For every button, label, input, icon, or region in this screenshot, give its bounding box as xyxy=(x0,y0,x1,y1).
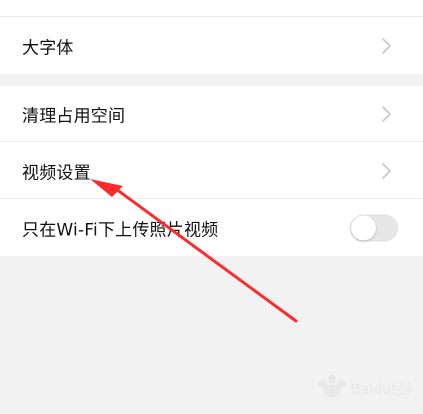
clear-storage-label: 清理占用空间 xyxy=(22,106,126,127)
clear-storage-row[interactable]: 清理占用空间 xyxy=(0,86,423,142)
wifi-only-upload-label: 只在Wi-Fi下上传照片视频 xyxy=(22,220,219,241)
toggle-knob xyxy=(351,215,376,241)
video-settings-row[interactable]: 视频设置 xyxy=(0,143,423,199)
chevron-right-icon xyxy=(381,162,393,180)
chevron-right-icon xyxy=(381,37,393,55)
chevron-right-icon xyxy=(381,105,393,123)
baidu-watermark: Baidu经验 xyxy=(319,375,411,398)
wifi-only-upload-row: 只在Wi-Fi下上传照片视频 xyxy=(0,200,423,256)
settings-group-main: 清理占用空间 视频设置 只在Wi-Fi下上传照片视频 xyxy=(0,86,423,256)
wifi-only-toggle[interactable] xyxy=(350,214,398,242)
previous-row-sliver xyxy=(0,0,423,17)
svg-text:Baidu经验: Baidu经验 xyxy=(351,382,411,398)
settings-group-top: 大字体 xyxy=(0,0,423,74)
video-settings-label: 视频设置 xyxy=(22,163,91,184)
font-size-row[interactable]: 大字体 xyxy=(0,18,423,74)
font-size-label: 大字体 xyxy=(22,38,74,59)
